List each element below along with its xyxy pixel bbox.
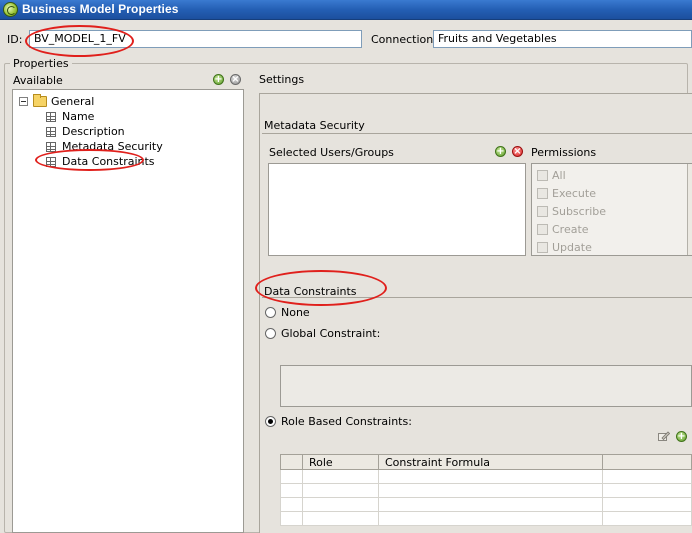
folder-icon — [33, 94, 47, 107]
role-constraints-table: Role Constraint Formula — [280, 454, 692, 526]
title-bar: Business Model Properties — [0, 0, 692, 20]
permission-label: Execute — [552, 187, 596, 200]
section-divider — [262, 297, 692, 298]
table-row[interactable] — [280, 469, 692, 484]
add-user-icon[interactable]: + — [495, 146, 506, 157]
permission-label: Update — [552, 241, 592, 254]
metadata-security-heading: Metadata Security — [264, 119, 365, 132]
connection-input[interactable]: Fruits and Vegetables — [433, 30, 692, 48]
permission-label: All — [552, 169, 566, 182]
radio-global-constraint[interactable] — [265, 328, 276, 339]
permission-label: Subscribe — [552, 205, 607, 218]
add-icon[interactable]: + — [213, 74, 224, 85]
radio-role-label: Role Based Constraints: — [281, 415, 412, 428]
radio-global-label: Global Constraint: — [281, 327, 381, 340]
permissions-label: Permissions — [531, 146, 597, 159]
id-input[interactable]: BV_MODEL_1_FV — [29, 30, 362, 48]
permission-checkbox-execute[interactable] — [537, 188, 548, 199]
tree-item-label: Name — [62, 110, 95, 123]
selected-users-label: Selected Users/Groups — [269, 146, 394, 159]
properties-group-label: Properties — [10, 57, 72, 70]
permissions-list: All Execute Subscribe Create Update — [531, 163, 692, 256]
permissions-scrollbar[interactable] — [687, 164, 692, 255]
tree-item-label: Metadata Security — [62, 140, 163, 153]
property-icon — [46, 157, 56, 167]
collapse-icon[interactable] — [19, 97, 28, 106]
permission-checkbox-update[interactable] — [537, 242, 548, 253]
column-header-constraint-formula[interactable]: Constraint Formula — [378, 454, 603, 470]
app-icon — [3, 2, 18, 17]
remove-user-icon[interactable]: × — [512, 146, 523, 157]
property-icon — [46, 142, 56, 152]
selected-users-list[interactable] — [268, 163, 526, 256]
property-icon — [46, 127, 56, 137]
column-header-role[interactable]: Role — [302, 454, 379, 470]
table-row[interactable] — [280, 511, 692, 526]
radio-role-based[interactable] — [265, 416, 276, 427]
column-header-empty — [602, 454, 692, 470]
tree-item-label: Data Constraints — [62, 155, 155, 168]
permission-checkbox-all[interactable] — [537, 170, 548, 181]
available-tree-panel: General Name Description Metadata Securi… — [12, 89, 244, 533]
id-label: ID: — [7, 33, 23, 46]
row-header-cell — [280, 454, 303, 470]
tree-item-label: Description — [62, 125, 125, 138]
property-icon — [46, 112, 56, 122]
radio-none[interactable] — [265, 307, 276, 318]
edit-formula-icon[interactable] — [658, 431, 671, 442]
remove-icon[interactable]: × — [230, 74, 241, 85]
permission-checkbox-subscribe[interactable] — [537, 206, 548, 217]
tree-item-label: General — [51, 95, 95, 108]
settings-label: Settings — [259, 73, 305, 86]
available-label: Available — [13, 74, 63, 87]
section-divider — [262, 133, 692, 134]
table-row[interactable] — [280, 497, 692, 512]
radio-none-label: None — [281, 306, 310, 319]
permission-label: Create — [552, 223, 589, 236]
connection-label: Connection: — [371, 33, 437, 46]
global-constraint-input[interactable] — [280, 365, 692, 407]
window-title: Business Model Properties — [22, 2, 179, 16]
add-role-constraint-icon[interactable]: + — [676, 431, 687, 442]
table-row[interactable] — [280, 483, 692, 498]
permission-checkbox-create[interactable] — [537, 224, 548, 235]
